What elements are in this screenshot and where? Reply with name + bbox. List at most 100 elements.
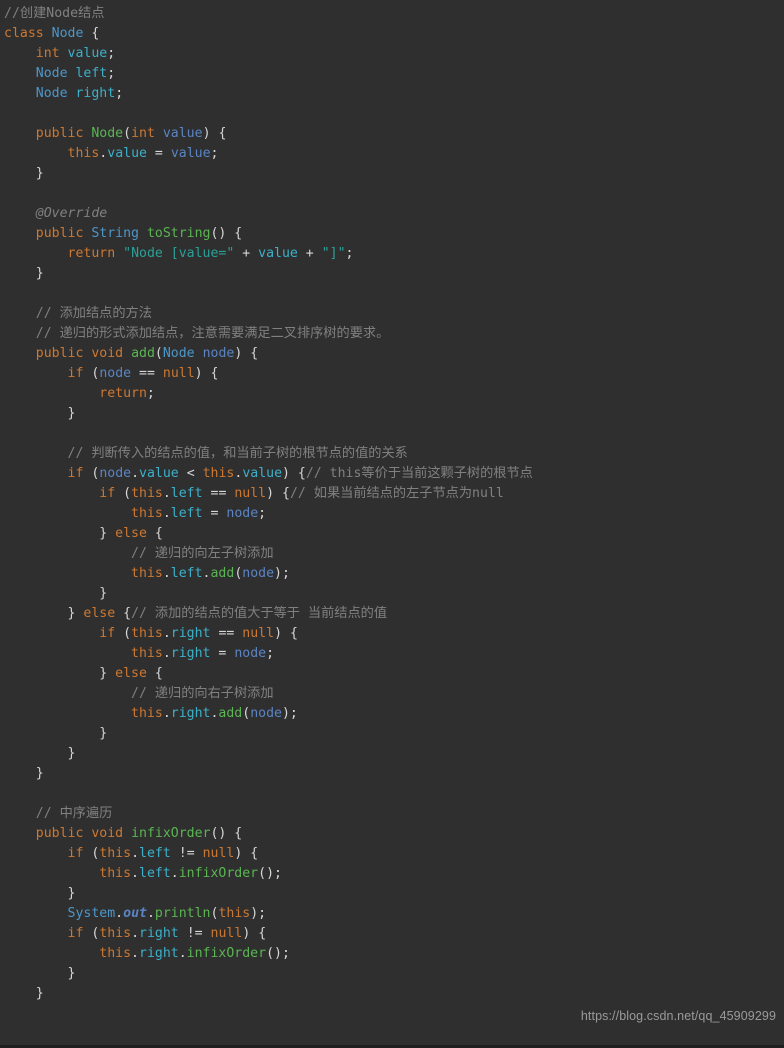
token-punct: ) { (194, 366, 219, 381)
code-line[interactable]: Node right; (0, 84, 784, 104)
code-line[interactable] (0, 1024, 784, 1044)
token-field: left (170, 566, 203, 581)
code-line[interactable]: return "Node [value=" + value + "]"; (0, 244, 784, 264)
code-line[interactable]: this.right.infixOrder(); (0, 944, 784, 964)
token-field: value (67, 46, 108, 61)
code-line[interactable] (0, 284, 784, 304)
token-param: node (202, 346, 235, 361)
code-line[interactable]: this.value = value; (0, 144, 784, 164)
token-field: right (170, 626, 211, 641)
token-punct: = (154, 146, 163, 161)
token-param: node (250, 706, 282, 721)
code-line[interactable]: int value; (0, 44, 784, 64)
code-line[interactable]: public String toString() { (0, 224, 784, 244)
code-line[interactable]: } (0, 584, 784, 604)
code-line[interactable]: //创建Node结点 (0, 4, 784, 24)
code-line[interactable]: this.right = node; (0, 644, 784, 664)
token-punct: ; (210, 146, 219, 161)
code-line[interactable]: // 添加结点的方法 (0, 304, 784, 324)
code-line[interactable]: if (this.left == null) {// 如果当前结点的左子节点为n… (0, 484, 784, 504)
code-line[interactable]: this.left = node; (0, 504, 784, 524)
token-keyword: this (131, 486, 163, 501)
code-line[interactable]: } else { (0, 664, 784, 684)
code-editor-screenshot: //创建Node结点 class Node { int value; Node l… (0, 0, 784, 1048)
code-line[interactable]: } (0, 764, 784, 784)
token-field: left (170, 486, 203, 501)
token-method: println (154, 906, 211, 921)
code-line[interactable]: if (node.value < this.value) {// this等价于… (0, 464, 784, 484)
code-line[interactable]: } else {// 添加的结点的值大于等于 当前结点的值 (0, 604, 784, 624)
code-line[interactable]: // 递归的形式添加结点，注意需要满足二叉排序树的要求。 (0, 324, 784, 344)
code-line[interactable]: // 判断传入的结点的值，和当前子树的根节点的值的关系 (0, 444, 784, 464)
code-line[interactable]: Node left; (0, 64, 784, 84)
code-line[interactable]: if (node == null) { (0, 364, 784, 384)
token-punct: } (99, 666, 116, 681)
token-keyword: this (67, 146, 100, 161)
token-punct: } (67, 746, 76, 761)
code-line[interactable]: this.left.infixOrder(); (0, 864, 784, 884)
token-keyword: public (35, 346, 84, 361)
code-line[interactable]: } (0, 164, 784, 184)
code-line[interactable]: public void add(Node node) { (0, 344, 784, 364)
token-field: value (107, 146, 147, 161)
code-line[interactable]: // 中序遍历 (0, 804, 784, 824)
code-line[interactable]: } (0, 884, 784, 904)
token-keyword: this (99, 946, 132, 961)
code-line[interactable]: this.right.add(node); (0, 704, 784, 724)
token-punct: ) { (242, 926, 267, 941)
token-punct: } (67, 886, 76, 901)
code-line[interactable]: public Node(int value) { (0, 124, 784, 144)
code-line[interactable]: // 递归的向左子树添加 (0, 544, 784, 564)
token-param: node (226, 506, 259, 521)
code-line[interactable]: } (0, 404, 784, 424)
code-line[interactable]: this.left.add(node); (0, 564, 784, 584)
token-keyword: return (67, 246, 116, 261)
token-punct: . (162, 646, 171, 661)
code-line[interactable]: } (0, 964, 784, 984)
code-line[interactable]: } (0, 724, 784, 744)
token-punct: . (178, 946, 187, 961)
code-line[interactable] (0, 784, 784, 804)
token-keyword: void (91, 826, 124, 841)
token-comment: // 添加结点的方法 (35, 306, 152, 321)
code-line[interactable]: } (0, 744, 784, 764)
code-line[interactable]: System.out.println(this); (0, 904, 784, 924)
code-line[interactable]: @Override (0, 204, 784, 224)
token-comment: // this等价于当前这颗子树的根节点 (305, 466, 533, 481)
token-static: out (123, 906, 147, 921)
token-keyword: class (4, 26, 44, 41)
code-line[interactable]: if (this.right != null) { (0, 924, 784, 944)
token-punct: ; (146, 386, 155, 401)
token-keyword: this (99, 866, 132, 881)
token-punct: . (162, 626, 171, 641)
code-line[interactable]: if (this.right == null) { (0, 624, 784, 644)
code-line[interactable] (0, 104, 784, 124)
code-line[interactable]: } (0, 264, 784, 284)
code-line[interactable] (0, 424, 784, 444)
code-line[interactable]: } else { (0, 524, 784, 544)
code-content[interactable]: //创建Node结点 class Node { int value; Node l… (0, 0, 784, 1048)
code-line[interactable]: return; (0, 384, 784, 404)
token-comment: // 判断传入的结点的值，和当前子树的根节点的值的关系 (67, 446, 408, 461)
token-param: node (99, 466, 132, 481)
code-line[interactable]: class Node { (0, 24, 784, 44)
code-line[interactable]: } (0, 984, 784, 1004)
code-line[interactable]: if (this.left != null) { (0, 844, 784, 864)
code-line[interactable]: public void infixOrder() { (0, 824, 784, 844)
code-line[interactable] (0, 184, 784, 204)
token-type: Node (35, 66, 68, 81)
token-field: right (139, 926, 179, 941)
token-punct: } (35, 266, 44, 281)
token-param: value (170, 146, 211, 161)
code-line[interactable]: // 递归的向右子树添加 (0, 684, 784, 704)
